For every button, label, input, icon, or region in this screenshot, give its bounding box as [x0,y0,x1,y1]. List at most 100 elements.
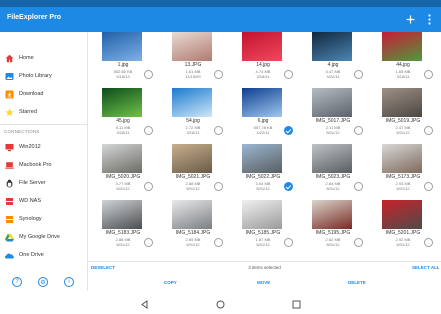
onedrive-icon [5,251,14,260]
file-thumbnail[interactable] [172,88,212,117]
file-tile[interactable]: 6.jpg 557.78 KB 4/22/11 [228,88,298,144]
file-name: 54.jpg [186,118,200,124]
select-checkbox[interactable] [284,238,293,247]
file-thumbnail[interactable] [382,32,422,61]
file-thumbnail[interactable] [172,200,212,229]
file-tile[interactable]: IMG_5022.JPG 3.04 MB 5/01/12 [228,144,298,200]
file-tile[interactable]: 54.jpg 2.72 MB 3/18/11 [158,88,228,144]
file-thumbnail[interactable] [312,144,352,173]
sidebar-item-home[interactable]: Home [0,50,88,66]
file-name: 1.jpg [117,62,129,68]
add-icon[interactable] [403,11,417,27]
file-tile[interactable]: IMG_5019.JPG 2.47 MB 5/01/12 [368,88,438,144]
home-circle-icon[interactable] [216,296,225,309]
selection-status: 3 items selected [248,265,281,270]
select-checkbox[interactable] [214,70,223,79]
info-icon[interactable]: i [64,277,74,287]
select-checkbox[interactable] [144,70,153,79]
sidebar-item-win2012[interactable]: Win2012 [0,139,88,155]
file-thumbnail[interactable] [242,144,282,173]
select-checkbox[interactable] [284,126,293,135]
file-thumbnail[interactable] [102,144,142,173]
file-tile[interactable]: 1.jpg 552.65 KB 5/18/13 [88,32,158,88]
file-thumbnail[interactable] [242,200,282,229]
file-name: IMG_5019.JPG [385,118,421,124]
file-name: 14.jpg [256,62,270,68]
sidebar-item-wd-nas[interactable]: WD NAS [0,193,88,209]
file-tile[interactable]: IMG_5201.JPG 2.92 MB 5/01/12 [368,200,438,256]
file-tile[interactable]: IMG_5173.JPG 2.93 MB 5/01/12 [368,144,438,200]
file-tile[interactable]: IMG_5195.JPG 2.62 MB 5/01/12 [298,200,368,256]
help-icon[interactable]: ? [12,277,22,287]
file-tile[interactable]: 14.jpg 4.74 MB 3/18/11 [228,32,298,88]
select-checkbox[interactable] [424,70,433,79]
copy-button[interactable]: COPY [164,280,177,285]
file-thumbnail[interactable] [242,32,282,61]
select-checkbox[interactable] [354,182,363,191]
select-checkbox[interactable] [354,238,363,247]
file-tile[interactable]: IMG_5020.JPG 3.77 MB 5/01/12 [88,144,158,200]
sidebar-item-label: Download [19,91,44,97]
select-checkbox[interactable] [214,182,223,191]
sidebar-item-macbook-pro[interactable]: Macbook Pro [0,157,88,173]
sidebar-item-synology[interactable]: Synology [0,211,88,227]
file-name: IMG_5201.JPG [385,230,421,236]
file-tile[interactable]: IMG_5183.JPG 2.88 MB 5/01/12 [88,200,158,256]
file-name: 44.jpg [396,62,410,68]
file-tile[interactable]: 4.jpg 3.47 MB 4/22/11 [298,32,368,88]
move-button[interactable]: MOVE [257,280,270,285]
nas-icon [5,197,14,206]
sidebar-item-label: Photo Library [19,73,52,79]
sidebar-item-photo-library[interactable]: Photo Library [0,68,88,84]
file-tile[interactable]: IMG_5184.JPG 2.65 MB 5/01/12 [158,200,228,256]
file-tile[interactable]: 44.jpg 1.65 MB 3/18/11 [368,32,438,88]
file-grid: 1.jpg 552.65 KB 5/18/13 13.JPG 1.61 MB 11/15/… [88,32,441,258]
delete-button[interactable]: DELETE [348,280,366,285]
file-tile[interactable]: IMG_5185.JPG 1.87 MB 5/01/12 [228,200,298,256]
photo-library-icon [5,72,14,81]
file-thumbnail[interactable] [172,144,212,173]
linux-server-icon [5,179,14,188]
select-checkbox[interactable] [424,238,433,247]
select-checkbox[interactable] [284,70,293,79]
file-tile[interactable]: 45.jpg 5.11 MB 3/18/11 [88,88,158,144]
select-checkbox[interactable] [284,182,293,191]
sidebar-item-download[interactable]: Download [0,86,88,102]
file-thumbnail[interactable] [102,88,142,117]
file-thumbnail[interactable] [102,200,142,229]
google-drive-icon [5,233,14,242]
file-thumbnail[interactable] [312,32,352,61]
file-thumbnail[interactable] [382,144,422,173]
select-checkbox[interactable] [214,126,223,135]
file-thumbnail[interactable] [382,200,422,229]
select-checkbox[interactable] [424,126,433,135]
recents-icon[interactable] [292,296,301,309]
file-thumbnail[interactable] [172,32,212,61]
sidebar-item-file-server[interactable]: File Server [0,175,88,191]
sidebar-item-one-drive[interactable]: One Drive [0,247,88,263]
file-thumbnail[interactable] [312,88,352,117]
file-thumbnail[interactable] [102,32,142,61]
select-checkbox[interactable] [144,238,153,247]
select-checkbox[interactable] [214,238,223,247]
sidebar-item-my-google-drive[interactable]: My Google Drive [0,229,88,245]
file-tile[interactable]: IMG_5021.JPG 2.88 MB 5/01/12 [158,144,228,200]
select-checkbox[interactable] [424,182,433,191]
select-checkbox[interactable] [144,126,153,135]
select-checkbox[interactable] [354,70,363,79]
file-thumbnail[interactable] [382,88,422,117]
select-checkbox[interactable] [144,182,153,191]
file-tile[interactable]: IMG_5017.JPG 2.11 MB 5/01/12 [298,88,368,144]
back-icon[interactable] [140,296,149,309]
file-tile[interactable]: IMG_5023.JPG 2.64 MB 5/01/12 [298,144,368,200]
settings-icon[interactable]: ⚙ [38,277,48,287]
select-checkbox[interactable] [354,126,363,135]
file-thumbnail[interactable] [242,88,282,117]
file-tile[interactable]: 13.JPG 1.61 MB 11/15/09 [158,32,228,88]
more-vert-icon[interactable] [422,11,436,27]
sidebar-item-starred[interactable]: Starred [0,104,88,120]
file-thumbnail[interactable] [312,200,352,229]
select-all-button[interactable]: SELECT ALL [412,265,440,270]
mac-icon [5,161,14,170]
windows-pc-icon [5,143,14,152]
